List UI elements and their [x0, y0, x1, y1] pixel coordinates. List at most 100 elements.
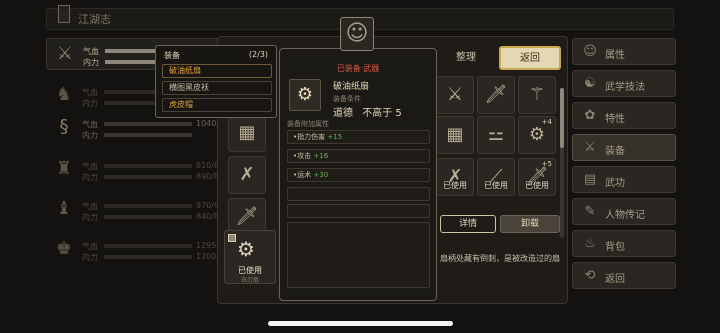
equipped-item-slot[interactable]: ⚙ 已使用 衣刃扇	[224, 230, 276, 284]
party-member[interactable]: ♝ 气血 内力 970/970 840/840	[46, 194, 229, 226]
mp-bar	[104, 255, 192, 259]
party-member[interactable]: ♚气血内力1295/12951200/1280	[46, 234, 240, 266]
popover-title: 装备	[164, 51, 180, 60]
menu-kungfu-book[interactable]: ▤ 武功	[572, 166, 676, 193]
attribute-row: •指力伤害 +15	[287, 130, 430, 144]
mp-label: 内力	[83, 58, 99, 67]
mp-label: 内力	[82, 253, 98, 262]
equipped-tag-icon	[228, 234, 236, 242]
martial-arts-icon: ☯	[584, 76, 596, 91]
item-name: 破油纸扇	[333, 82, 370, 92]
crossed-swords-icon: ✗	[239, 164, 255, 185]
attribute-row: •运术 +30	[287, 168, 430, 182]
inventory-slot[interactable]: ✗	[228, 156, 266, 194]
attribute-row	[287, 204, 430, 218]
knife-icon: ⚔	[446, 84, 464, 105]
enhance-count: +5	[541, 160, 552, 168]
equipped-item-name: 衣刃扇	[240, 277, 259, 284]
inventory-slot[interactable]: ⟋ 已使用	[477, 158, 515, 196]
kungfu-book-icon: ▤	[583, 172, 597, 187]
inventory-slot[interactable]: ✗ 已使用	[436, 158, 474, 196]
hp-label: 气血	[82, 162, 98, 171]
armor-icon: ▦	[238, 122, 256, 143]
mp-bar	[104, 175, 192, 179]
requirement-attr: 道德	[333, 108, 353, 119]
inventory-slot[interactable]: ⚍	[477, 116, 515, 154]
fighter-portrait: ♝	[55, 198, 73, 219]
bag-icon: ♨	[584, 236, 596, 251]
mp-label: 内力	[82, 173, 98, 182]
inventory-slot[interactable]: 🗡	[477, 76, 515, 114]
dagger-icon: ⚚	[528, 84, 546, 105]
menu-trait[interactable]: ✿ 特性	[572, 102, 676, 129]
hp-label: 气血	[82, 120, 98, 129]
unequip-button[interactable]: 卸载	[500, 215, 560, 233]
requirement: 道德 不高于 5	[333, 104, 402, 119]
menu-person[interactable]: ☺ 属性	[572, 38, 676, 65]
attributes-title: 装备附加属性	[287, 120, 329, 128]
back-tab[interactable]: 返回	[499, 46, 561, 70]
menu-label: 特性	[605, 114, 625, 125]
item-description: 扇柄处藏有倒刺，是被改造过的扇	[440, 254, 560, 263]
hp-bar	[104, 244, 192, 248]
inventory-slot[interactable]: 🗡 已使用 +5	[518, 158, 556, 196]
equipment-icon: ⚔	[584, 140, 596, 155]
notes-box	[287, 222, 430, 288]
attribute-bonus: +15	[327, 133, 343, 141]
mp-label: 内力	[82, 213, 98, 222]
menu-martial-arts[interactable]: ☯ 武学技法	[572, 70, 676, 97]
menu-biography[interactable]: ✎ 人物传记	[572, 198, 676, 225]
menu-return[interactable]: ⟲ 返回	[572, 262, 676, 289]
popover-item[interactable]: 虎皮帽	[162, 98, 272, 112]
equipment-popover: 装备 (2/3) 破油纸扇 横图黑皮袄 虎皮帽	[155, 45, 277, 118]
book-icon	[58, 5, 70, 23]
enhance-count: +4	[541, 118, 552, 126]
person-icon: ☺	[583, 44, 597, 59]
inventory-slot[interactable]: ⚚	[518, 76, 556, 114]
character-avatar: ☺	[340, 17, 374, 51]
menu-equipment[interactable]: ⚔ 装备	[572, 134, 676, 161]
elder-portrait: ♚	[55, 238, 73, 259]
home-indicator[interactable]	[268, 321, 453, 326]
hp-label: 气血	[83, 47, 99, 56]
swordsman-portrait: ⚔	[56, 43, 74, 64]
menu-label: 武功	[605, 178, 625, 189]
used-label: 已使用	[525, 181, 549, 190]
sort-tab[interactable]: 整理	[436, 46, 496, 70]
inventory-slot[interactable]: ⚔	[436, 76, 474, 114]
snake-portrait: §	[59, 116, 69, 137]
trait-icon: ✿	[584, 108, 596, 123]
hp-label: 气血	[82, 202, 98, 211]
used-label: 已使用	[443, 181, 467, 190]
menu-label: 属性	[605, 50, 625, 61]
menu-bag[interactable]: ♨ 背包	[572, 230, 676, 257]
inventory-slot[interactable]: ▦	[436, 116, 474, 154]
popover-item[interactable]: 横图黑皮袄	[162, 81, 272, 95]
menu-label: 背包	[605, 242, 625, 253]
menu-label: 人物传记	[605, 210, 645, 221]
scrollbar-thumb[interactable]	[560, 88, 564, 148]
attribute-name: •运术	[293, 171, 312, 179]
attribute-name: •指力伤害	[293, 133, 326, 141]
menu-label: 装备	[605, 146, 625, 157]
sword-icon: 🗡	[484, 84, 508, 105]
fan-weapon-icon: ⚙	[289, 79, 321, 111]
requirement-value: 不高于 5	[362, 108, 402, 119]
popover-item[interactable]: 破油纸扇	[162, 64, 272, 78]
hp-bar	[104, 164, 192, 168]
attribute-row: •攻击 +16	[287, 149, 430, 163]
warrior-portrait: ♞	[55, 84, 73, 105]
attribute-name: •攻击	[293, 152, 312, 160]
bracer-icon: ▦	[446, 124, 464, 145]
hp-bar	[104, 204, 192, 208]
attribute-row	[287, 187, 430, 201]
inventory-slot[interactable]: ⚙ +4	[518, 116, 556, 154]
detail-button[interactable]: 详情	[440, 215, 496, 233]
biography-icon: ✎	[584, 204, 596, 219]
return-icon: ⟲	[584, 268, 596, 283]
party-member[interactable]: ♜ 气血 内力 810/810 890/890	[46, 154, 229, 186]
attribute-bonus: +30	[313, 171, 329, 179]
inventory-slot[interactable]: ▦	[228, 114, 266, 152]
hp-label: 气血	[82, 242, 98, 251]
menu-label: 武学技法	[605, 82, 645, 93]
